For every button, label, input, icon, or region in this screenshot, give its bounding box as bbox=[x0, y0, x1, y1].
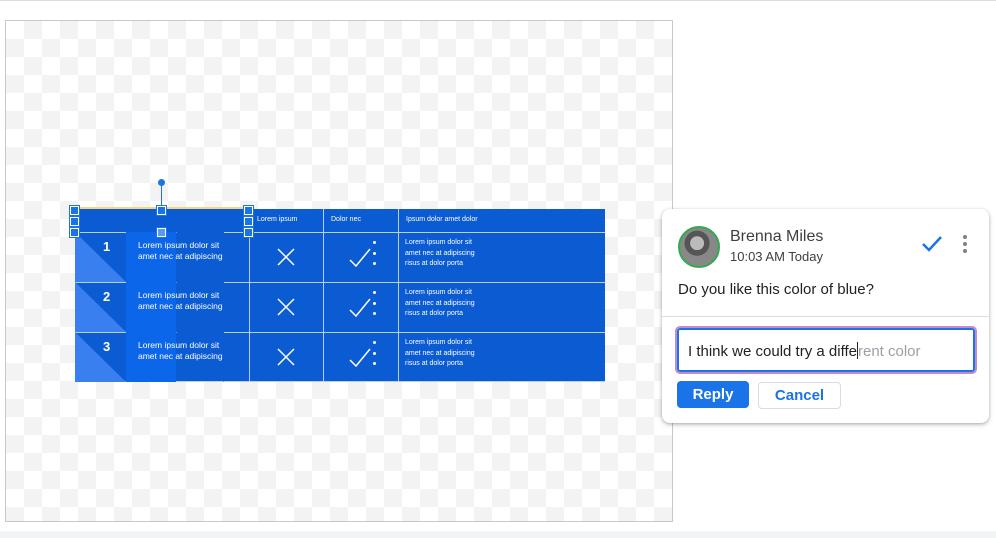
bullet-list: Lorem ipsum dolor sit amet nec at adipisc… bbox=[373, 288, 475, 320]
bullet-text: Lorem ipsum dolor sit bbox=[405, 339, 472, 346]
bullet-text: Lorem ipsum dolor sit bbox=[405, 289, 472, 296]
bullet-list: Lorem ipsum dolor sit amet nec at adipisc… bbox=[373, 238, 475, 270]
column-divider bbox=[398, 209, 399, 382]
check-icon[interactable] bbox=[921, 235, 943, 253]
bullet-item: amet nec at adipiscing bbox=[373, 299, 475, 310]
check-mark-icon bbox=[349, 298, 371, 318]
bullet-item: risus at dolor porta bbox=[373, 259, 475, 270]
bullet-list: Lorem ipsum dolor sit amet nec at adipisc… bbox=[373, 338, 475, 370]
bullet-item: amet nec at adipiscing bbox=[373, 249, 475, 260]
row-triangle bbox=[75, 282, 126, 332]
slide-canvas[interactable]: Lorem ipsum Dolor nec Ipsum dolor amet d… bbox=[5, 20, 673, 522]
rotate-handle-line bbox=[161, 185, 162, 207]
bullet-item: risus at dolor porta bbox=[373, 309, 475, 320]
comment-message: Do you like this color of blue? bbox=[678, 281, 874, 298]
bullet-dot bbox=[373, 301, 376, 305]
bullet-item: Lorem ipsum dolor sit bbox=[373, 288, 475, 299]
bullet-dot bbox=[373, 262, 376, 265]
bullet-dot bbox=[373, 241, 376, 244]
bullet-text: risus at dolor porta bbox=[405, 360, 463, 367]
row-text-line: amet nec at adipiscing bbox=[138, 351, 223, 361]
avatar bbox=[678, 226, 720, 268]
resize-handle-e[interactable] bbox=[243, 216, 254, 227]
resize-handle-se[interactable] bbox=[243, 227, 254, 238]
slide-table[interactable]: Lorem ipsum Dolor nec Ipsum dolor amet d… bbox=[75, 207, 605, 382]
bullet-dot bbox=[373, 362, 376, 365]
row-text-line: amet nec at adipiscing bbox=[138, 251, 223, 261]
check-mark-icon bbox=[349, 248, 371, 268]
row-triangle bbox=[75, 332, 126, 382]
x-icon bbox=[277, 348, 295, 366]
reply-typed-text: I think we could try a diffe bbox=[688, 343, 857, 360]
column-divider bbox=[323, 209, 324, 382]
comment-card[interactable]: Brenna Miles 10:03 AM Today Do you like … bbox=[662, 209, 989, 423]
bullet-text: amet nec at adipiscing bbox=[405, 349, 475, 357]
header-lorem-ipsum: Lorem ipsum bbox=[249, 209, 323, 232]
x-icon bbox=[277, 298, 295, 316]
bullet-item: Lorem ipsum dolor sit bbox=[373, 238, 475, 249]
row-text-line: amet nec at adipiscing bbox=[138, 301, 223, 311]
bullet-item: amet nec at adipiscing bbox=[373, 349, 475, 360]
reply-suggestion: rent color bbox=[857, 343, 921, 360]
header-ipsum-dolor: Ipsum dolor amet dolor bbox=[398, 209, 605, 232]
reply-button[interactable]: Reply bbox=[677, 381, 749, 408]
resize-handle-sw[interactable] bbox=[69, 227, 80, 238]
bullet-dot bbox=[373, 341, 376, 344]
row-text: Lorem ipsum dolor sit amet nec at adipisc… bbox=[138, 240, 248, 262]
header-dolor-nec: Dolor nec bbox=[323, 209, 398, 232]
bullet-dot bbox=[373, 291, 376, 294]
reply-input[interactable]: I think we could try a different color bbox=[675, 326, 977, 374]
more-vert-icon[interactable] bbox=[962, 234, 968, 254]
resize-handle-ne[interactable] bbox=[243, 205, 254, 216]
bullet-dot bbox=[373, 312, 376, 315]
comment-time: 10:03 AM Today bbox=[730, 249, 823, 264]
resize-handle-w[interactable] bbox=[69, 216, 80, 227]
check-mark-icon bbox=[349, 348, 371, 368]
table-row[interactable]: 3 Lorem ipsum dolor sit amet nec at adipi… bbox=[75, 332, 605, 382]
bullet-item: Lorem ipsum dolor sit bbox=[373, 338, 475, 349]
table-row[interactable]: 1 Lorem ipsum dolor sit amet nec at adipi… bbox=[75, 232, 605, 282]
row-text-line: Lorem ipsum dolor sit bbox=[138, 240, 220, 250]
row-text: Lorem ipsum dolor sit amet nec at adipisc… bbox=[138, 290, 248, 312]
row-text: Lorem ipsum dolor sit amet nec at adipisc… bbox=[138, 340, 248, 362]
table-row[interactable]: 2 Lorem ipsum dolor sit amet nec at adipi… bbox=[75, 282, 605, 332]
row-triangle bbox=[75, 232, 126, 282]
resize-handle-s[interactable] bbox=[156, 227, 167, 238]
comment-author: Brenna Miles bbox=[730, 228, 824, 245]
bullet-text: risus at dolor porta bbox=[405, 310, 463, 317]
workspace: Lorem ipsum Dolor nec Ipsum dolor amet d… bbox=[0, 1, 996, 531]
row-number: 3 bbox=[103, 339, 111, 354]
resize-handle-nw[interactable] bbox=[69, 205, 80, 216]
x-icon bbox=[277, 248, 295, 266]
bullet-text: Lorem ipsum dolor sit bbox=[405, 239, 472, 246]
bullet-text: amet nec at adipiscing bbox=[405, 299, 475, 307]
bullet-text: risus at dolor porta bbox=[405, 260, 463, 267]
cancel-button[interactable]: Cancel bbox=[758, 382, 841, 409]
bullet-dot bbox=[373, 251, 376, 255]
bullet-dot bbox=[373, 351, 376, 355]
row-text-line: Lorem ipsum dolor sit bbox=[138, 290, 220, 300]
row-number: 2 bbox=[103, 289, 111, 304]
row-text-line: Lorem ipsum dolor sit bbox=[138, 340, 220, 350]
resize-handle-n[interactable] bbox=[156, 205, 167, 216]
row-number: 1 bbox=[103, 239, 111, 254]
divider bbox=[662, 316, 989, 317]
bullet-item: risus at dolor porta bbox=[373, 359, 475, 370]
bullet-text: amet nec at adipiscing bbox=[405, 249, 475, 257]
